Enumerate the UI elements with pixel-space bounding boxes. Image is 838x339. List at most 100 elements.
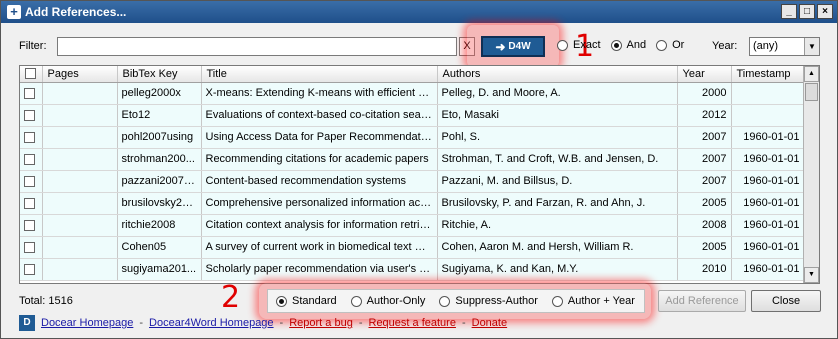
row-select[interactable] — [20, 104, 43, 127]
scroll-thumb[interactable] — [805, 83, 818, 101]
table-header-row: Pages BibTex Key Title Authors Year Time… — [20, 66, 805, 83]
option-suppress-author[interactable]: Suppress-Author — [439, 295, 538, 307]
scroll-down-icon[interactable]: ▼ — [804, 267, 819, 283]
cell-year: 2008 — [677, 214, 732, 237]
row-checkbox[interactable] — [24, 219, 35, 231]
table-row[interactable]: Cohen05 A survey of current work in biom… — [20, 236, 805, 259]
standard-radio[interactable] — [276, 295, 287, 307]
option-author-year[interactable]: Author + Year — [551, 295, 635, 307]
header-select-all[interactable] — [20, 66, 43, 83]
option-standard[interactable]: Standard — [276, 295, 337, 307]
link-request-feature[interactable]: Request a feature — [369, 317, 456, 329]
cell-timestamp — [731, 82, 805, 105]
table-row[interactable]: sugiyama201... Scholarly paper recommend… — [20, 258, 805, 281]
row-select[interactable] — [20, 82, 43, 105]
author-only-radio[interactable] — [350, 295, 362, 307]
scroll-up-icon[interactable]: ▲ — [804, 66, 819, 82]
header-timestamp[interactable]: Timestamp — [731, 66, 805, 83]
vertical-scrollbar[interactable]: ▲ ▼ — [803, 66, 819, 283]
cell-year: 2005 — [677, 236, 732, 259]
header-title[interactable]: Title — [201, 66, 438, 83]
or-radio[interactable] — [656, 39, 668, 51]
cell-year: 2005 — [677, 192, 732, 215]
select-all-checkbox[interactable] — [25, 68, 36, 80]
row-select[interactable] — [20, 126, 43, 149]
cell-title: X-means: Extending K-means with efficien… — [201, 82, 438, 105]
cell-key: pazzani2007c... — [117, 170, 202, 193]
cell-key: Eto12 — [117, 104, 202, 127]
row-checkbox[interactable] — [24, 153, 35, 165]
cell-key: sugiyama201... — [117, 258, 202, 281]
option-and[interactable]: And — [610, 39, 646, 51]
link-report-bug[interactable]: Report a bug — [289, 317, 353, 329]
cell-year: 2007 — [677, 170, 732, 193]
close-window-button[interactable]: × — [817, 4, 833, 19]
references-table: Pages BibTex Key Title Authors Year Time… — [19, 65, 820, 284]
row-select[interactable] — [20, 236, 43, 259]
table-row[interactable]: pazzani2007c... Content-based recommenda… — [20, 170, 805, 193]
or-label: Or — [672, 39, 685, 51]
row-select[interactable] — [20, 148, 43, 171]
year-select[interactable]: (any) ▼ — [749, 37, 820, 56]
close-button[interactable]: Close — [751, 290, 821, 312]
add-reference-button[interactable]: Add Reference — [658, 290, 746, 312]
author-year-label: Author + Year — [567, 295, 635, 307]
cell-year: 2010 — [677, 258, 732, 281]
chevron-down-icon[interactable]: ▼ — [804, 38, 819, 55]
header-year[interactable]: Year — [677, 66, 732, 83]
cell-year: 2007 — [677, 126, 732, 149]
table-row[interactable]: brusilovsky20... Comprehensive personali… — [20, 192, 805, 215]
row-checkbox[interactable] — [24, 109, 35, 121]
row-select[interactable] — [20, 214, 43, 237]
cell-authors: Eto, Masaki — [437, 104, 678, 127]
add-references-window: + Add References... _ □ × Filter: X ➜ D4… — [0, 0, 838, 339]
row-select[interactable] — [20, 170, 43, 193]
cell-key: pelleg2000x — [117, 82, 202, 105]
cell-authors: Sugiyama, K. and Kan, M.Y. — [437, 258, 678, 281]
row-checkbox[interactable] — [24, 131, 35, 143]
row-checkbox[interactable] — [24, 241, 35, 253]
table-row[interactable]: ritchie2008 Citation context analysis fo… — [20, 214, 805, 237]
d4w-button[interactable]: ➜ D4W — [481, 36, 545, 57]
cell-authors: Pazzani, M. and Billsus, D. — [437, 170, 678, 193]
add-icon: + — [7, 5, 21, 19]
docear-arrow-icon: ➜ — [495, 39, 506, 54]
link-docear4word-homepage[interactable]: Docear4Word Homepage — [149, 317, 274, 329]
option-author-only[interactable]: Author-Only — [350, 295, 425, 307]
row-select[interactable] — [20, 192, 43, 215]
cell-title: Evaluations of context-based co-citation… — [201, 104, 438, 127]
link-donate[interactable]: Donate — [472, 317, 507, 329]
row-checkbox[interactable] — [24, 175, 35, 187]
table-row[interactable]: strohman200... Recommending citations fo… — [20, 148, 805, 171]
minimize-button[interactable]: _ — [781, 4, 797, 19]
cell-title: Scholarly paper recommendation via user'… — [201, 258, 438, 281]
cell-timestamp: 1960-01-01 — [731, 192, 805, 215]
table-row[interactable]: pohl2007using Using Access Data for Pape… — [20, 126, 805, 149]
option-exact[interactable]: Exact — [557, 39, 601, 51]
cell-pages — [42, 148, 118, 171]
row-checkbox[interactable] — [24, 197, 35, 209]
and-radio[interactable] — [610, 39, 622, 51]
author-year-radio[interactable] — [551, 295, 563, 307]
table-row[interactable]: pelleg2000x X-means: Extending K-means w… — [20, 82, 805, 105]
cell-pages — [42, 104, 118, 127]
header-pages[interactable]: Pages — [42, 66, 118, 83]
row-checkbox[interactable] — [24, 87, 35, 99]
maximize-button[interactable]: □ — [799, 4, 815, 19]
header-bibtex-key[interactable]: BibTex Key — [117, 66, 202, 83]
row-select[interactable] — [20, 258, 43, 281]
title-bar[interactable]: + Add References... _ □ × — [1, 1, 837, 23]
link-separator: - — [279, 317, 284, 329]
option-or[interactable]: Or — [656, 39, 684, 51]
cell-year: 2007 — [677, 148, 732, 171]
header-authors[interactable]: Authors — [437, 66, 678, 83]
table-row[interactable]: Eto12 Evaluations of context-based co-ci… — [20, 104, 805, 127]
suppress-author-radio[interactable] — [439, 295, 451, 307]
row-checkbox[interactable] — [24, 263, 35, 275]
cell-title: Citation context analysis for informatio… — [201, 214, 438, 237]
cell-authors: Ritchie, A. — [437, 214, 678, 237]
link-docear-homepage[interactable]: Docear Homepage — [41, 317, 133, 329]
filter-input[interactable] — [57, 37, 457, 56]
exact-radio[interactable] — [557, 39, 568, 51]
footer-links: D Docear Homepage - Docear4Word Homepage… — [19, 315, 507, 331]
